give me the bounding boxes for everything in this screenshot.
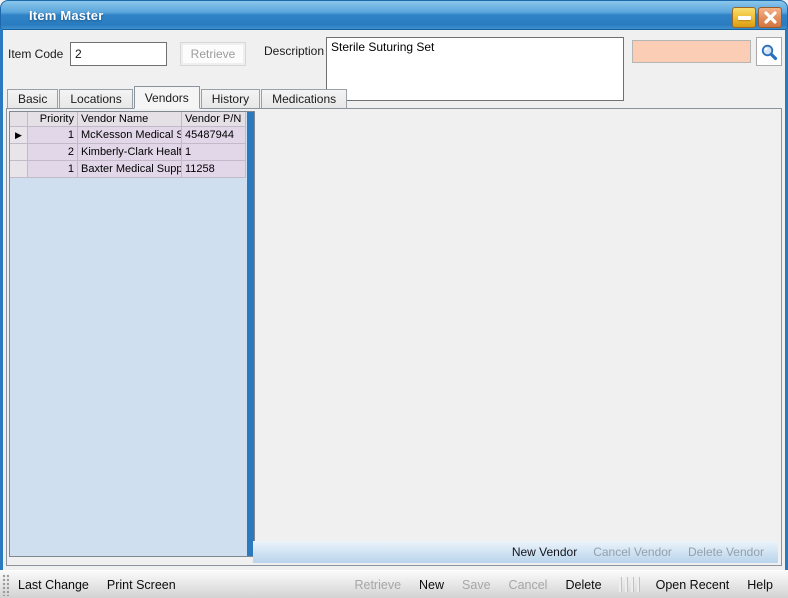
vendor-grid: Priority Vendor Name Vendor P/N ▶ 1 McKe…: [9, 111, 255, 557]
grid-header-vendor-name[interactable]: Vendor Name: [78, 112, 182, 127]
item-lookup-input[interactable]: [632, 40, 751, 63]
tab-history[interactable]: History: [201, 89, 260, 108]
statusbar-separator: [619, 577, 639, 592]
close-button[interactable]: [758, 7, 782, 28]
grid-header-row: Priority Vendor Name Vendor P/N: [10, 112, 247, 127]
grid-scrollbar[interactable]: [247, 112, 254, 556]
grid-header-priority[interactable]: Priority: [28, 112, 78, 127]
retrieve-action[interactable]: Retrieve: [354, 578, 401, 592]
last-change-button[interactable]: Last Change: [18, 578, 89, 592]
table-row[interactable]: ▶ 1 McKesson Medical S 45487944: [10, 127, 247, 144]
tab-vendors-label: Vendors: [145, 91, 189, 105]
vendor-actions-bar: New Vendor Cancel Vendor Delete Vendor: [253, 541, 778, 563]
statusbar-grip-icon: [2, 574, 9, 596]
tab-locations-label: Locations: [70, 92, 121, 106]
cell-vendor-pn: 11258: [182, 161, 246, 178]
tab-basic-label: Basic: [18, 92, 47, 106]
current-row-indicator: ▶: [10, 127, 28, 144]
tab-basic[interactable]: Basic: [7, 89, 58, 108]
description-label: Description: [264, 44, 324, 58]
cell-vendor-pn: 1: [182, 144, 246, 161]
row-selector: [10, 144, 28, 161]
help-action[interactable]: Help: [747, 578, 773, 592]
item-code-label: Item Code: [8, 47, 63, 61]
vendors-tab-page: Priority Vendor Name Vendor P/N ▶ 1 McKe…: [6, 108, 782, 566]
statusbar-actions: Retrieve New Save Cancel Delete Open Rec…: [345, 577, 788, 592]
window-title: Item Master: [29, 8, 103, 23]
tab-history-label: History: [212, 92, 249, 106]
cell-vendor-name: Kimberly-Clark Health: [78, 144, 182, 161]
minimize-icon: [738, 16, 751, 20]
cell-vendor-name: McKesson Medical S: [78, 127, 182, 144]
new-vendor-link[interactable]: New Vendor: [512, 545, 577, 559]
cell-priority: 1: [28, 161, 78, 178]
new-action[interactable]: New: [419, 578, 444, 592]
cell-priority: 1: [28, 127, 78, 144]
save-action[interactable]: Save: [462, 578, 491, 592]
description-input[interactable]: Sterile Suturing Set: [326, 37, 624, 101]
search-icon: [760, 43, 778, 61]
grid-header-selector: [10, 112, 28, 127]
cell-vendor-pn: 45487944: [182, 127, 246, 144]
table-row[interactable]: 1 Baxter Medical Supp 11258: [10, 161, 247, 178]
cell-priority: 2: [28, 144, 78, 161]
row-selector: [10, 161, 28, 178]
cancel-action[interactable]: Cancel: [509, 578, 548, 592]
table-row[interactable]: 2 Kimberly-Clark Health 1: [10, 144, 247, 161]
delete-vendor-link[interactable]: Delete Vendor: [688, 545, 764, 559]
tab-locations[interactable]: Locations: [59, 89, 132, 108]
search-button[interactable]: [756, 37, 782, 66]
minimize-button[interactable]: [732, 7, 756, 28]
tab-strip: Basic Locations Vendors History Medicati…: [7, 87, 348, 108]
delete-action[interactable]: Delete: [565, 578, 601, 592]
grid-header-vendor-pn[interactable]: Vendor P/N: [182, 112, 246, 127]
open-recent-action[interactable]: Open Recent: [656, 578, 730, 592]
tab-medications[interactable]: Medications: [261, 89, 347, 108]
tab-vendors[interactable]: Vendors: [134, 86, 200, 109]
title-bar: Item Master: [0, 0, 788, 30]
retrieve-button[interactable]: Retrieve: [180, 42, 246, 66]
tab-medications-label: Medications: [272, 92, 336, 106]
row-arrow-icon: ▶: [15, 131, 22, 140]
item-master-window: Item Master Item Code Retrieve Descripti…: [0, 0, 788, 598]
item-code-input[interactable]: [70, 42, 167, 66]
status-bar: Last Change Print Screen Retrieve New Sa…: [0, 570, 788, 598]
cell-vendor-name: Baxter Medical Supp: [78, 161, 182, 178]
vendor-grid-body: Priority Vendor Name Vendor P/N ▶ 1 McKe…: [10, 112, 247, 556]
print-screen-button[interactable]: Print Screen: [107, 578, 176, 592]
cancel-vendor-link[interactable]: Cancel Vendor: [593, 545, 672, 559]
close-icon: [764, 11, 777, 24]
